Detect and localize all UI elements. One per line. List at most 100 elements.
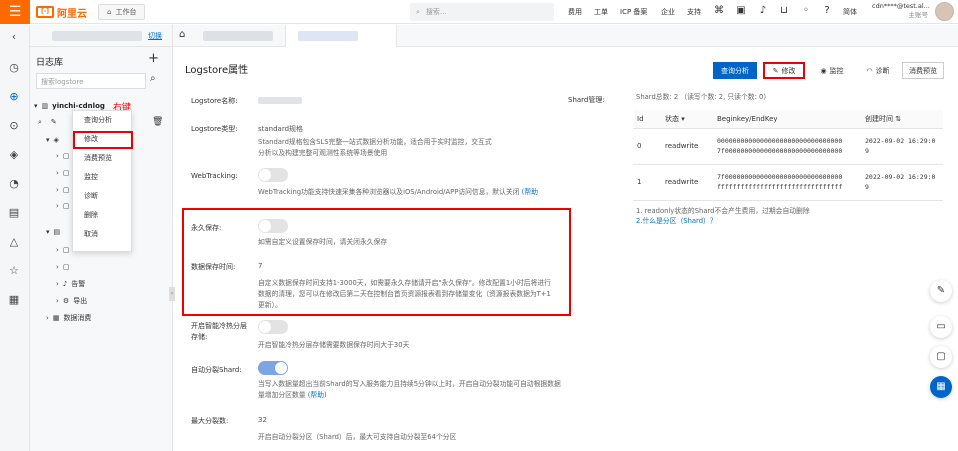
logstore-search-input[interactable]: 搜索logstore — [36, 73, 146, 89]
begin-key: 7f000000000000000000000000000000 — [717, 173, 843, 181]
caret-down-icon: ▾ — [46, 136, 50, 144]
add-icon[interactable]: + — [148, 51, 159, 66]
tree-item[interactable]: › ▢ — [56, 199, 69, 213]
caret-down-icon: ▾ — [46, 228, 50, 236]
report-icon[interactable]: ▤ — [6, 205, 22, 221]
clock-icon[interactable]: ◷ — [6, 60, 22, 76]
search-icon[interactable]: ⌕ — [150, 73, 156, 84]
caret-right-icon: › — [56, 152, 59, 160]
terminal-icon[interactable]: ▣ — [734, 4, 748, 18]
workbench-button[interactable]: ⌂ 工作台 — [98, 4, 146, 20]
tree-item[interactable]: ▾ ◈ — [46, 133, 59, 147]
logstore-type-desc: Standard规格包含SLS完整一站式数据分析功能，适合用于实时监控，交互式分… — [258, 138, 492, 157]
monitor-button-label: 监控 — [829, 66, 844, 75]
tree-item[interactable]: › ▢ — [56, 183, 69, 197]
menu-item-consume-preview[interactable]: 消费预览 — [73, 149, 131, 168]
delete-icon[interactable]: 🗑 — [152, 117, 163, 127]
col-created-label: 创建时间 — [865, 114, 893, 123]
page-title: Logstore属性 — [185, 65, 249, 76]
log-search-icon[interactable]: ⊕ — [6, 89, 22, 105]
workbench-label: 工作台 — [115, 8, 137, 16]
menu-item-monitor[interactable]: 监控 — [73, 168, 131, 187]
file-icon: ▢ — [62, 263, 70, 271]
tree-item-alert[interactable]: › ♪ 告警 — [56, 277, 85, 291]
monitor-button[interactable]: ◉ 监控 — [811, 62, 853, 79]
tab-active[interactable] — [285, 25, 397, 47]
tree-item[interactable]: › ▢ — [56, 166, 69, 180]
tiering-toggle[interactable] — [258, 320, 288, 334]
webtracking-help-link[interactable]: (帮助 — [522, 188, 538, 196]
book-float-icon[interactable]: ▭ — [930, 316, 952, 338]
collapse-icon[interactable]: ‹ — [6, 29, 22, 45]
user-info[interactable]: cdn****@test.al... 主账号 — [872, 2, 930, 20]
shard-id: 0 — [633, 128, 661, 165]
search-icon[interactable]: ⌕ — [38, 118, 42, 127]
cart-icon[interactable]: ⊔ — [777, 4, 791, 18]
shard-created: 2022-09-02 16:29:09 — [861, 128, 943, 165]
filter-icon[interactable]: ▾ — [681, 115, 685, 123]
tree-item[interactable]: › ▢ — [56, 149, 69, 163]
nav-link-ticket[interactable]: 工单 — [594, 7, 608, 17]
consume-preview-button[interactable]: 消费预览 — [902, 62, 944, 79]
tree-item[interactable]: › ▢ — [56, 260, 69, 274]
nav-link-icp[interactable]: ICP 备案 — [620, 7, 647, 17]
nav-link-support[interactable]: 支持 — [687, 7, 701, 17]
menu-item-query[interactable]: 查询分析 — [73, 111, 131, 130]
diagnose-button[interactable]: ◠ 诊断 — [857, 62, 899, 79]
star-icon[interactable]: ☆ — [6, 263, 22, 279]
bulb-icon[interactable]: ◦ — [799, 4, 813, 18]
webtracking-desc: WebTracking功能支持快速采集各种浏览器以及iOS/Android/AP… — [258, 187, 558, 198]
tab-bar: ⌂ — [173, 25, 958, 47]
sort-icon[interactable]: ⇅ — [895, 115, 901, 123]
cube-icon[interactable]: ◈ — [6, 147, 22, 163]
nav-link-enterprise[interactable]: 企业 — [661, 7, 675, 17]
chat-float-icon[interactable]: ▢ — [930, 346, 952, 368]
avatar[interactable] — [935, 2, 954, 21]
language-switch[interactable]: 简体 — [843, 7, 857, 17]
shard-help-link[interactable]: 2.什么是分区（Shard）？ — [636, 216, 717, 227]
alert-icon[interactable]: △ — [6, 234, 22, 250]
logstore-name-value — [258, 97, 302, 104]
menu-icon[interactable]: ☰ — [0, 0, 30, 24]
query-analysis-button[interactable]: 查询分析 — [713, 62, 757, 79]
cloud-shell-icon[interactable]: ⌘ — [712, 4, 726, 18]
apps-float-icon[interactable]: ▦ — [930, 376, 952, 398]
tree-item[interactable]: › ▢ — [56, 243, 69, 257]
col-created[interactable]: 创建时间 ⇅ — [861, 110, 943, 129]
tree-item[interactable]: ▾ ▤ — [46, 225, 60, 239]
autosplit-help-link[interactable]: (帮助) — [308, 391, 327, 399]
autosplit-toggle[interactable] — [258, 361, 288, 375]
tree-item-data-consume[interactable]: › ▦ 数据消费 — [46, 311, 91, 325]
diagnose-button-label: 诊断 — [875, 66, 890, 75]
switch-project-link[interactable]: 切换 — [148, 31, 162, 41]
global-search[interactable]: ⌕ 搜索... — [410, 3, 554, 21]
caret-right-icon: › — [56, 280, 59, 288]
zoom-icon[interactable]: ⊙ — [6, 118, 22, 134]
nav-link-billing[interactable]: 费用 — [568, 7, 582, 17]
logstore-name-label: Logstore名称: — [191, 97, 238, 105]
col-key: Beginkey/EndKey — [713, 110, 861, 129]
help-icon[interactable]: ? — [820, 4, 834, 18]
col-status[interactable]: 状态 ▾ — [661, 110, 713, 129]
home-icon[interactable]: ⌂ — [179, 29, 185, 40]
caret-right-icon: › — [56, 297, 59, 305]
menu-item-cancel[interactable]: 取消 — [73, 225, 131, 244]
col-id[interactable]: Id — [633, 110, 661, 129]
menu-item-delete[interactable]: 删除 — [73, 206, 131, 225]
webtracking-toggle[interactable] — [258, 168, 288, 182]
shard-key: 7f000000000000000000000000000000 fffffff… — [713, 164, 861, 201]
shard-status: readwrite — [661, 128, 713, 165]
chart-icon[interactable]: ◔ — [6, 176, 22, 192]
menu-item-diagnose[interactable]: 诊断 — [73, 187, 131, 206]
edit-icon[interactable]: ✎ — [51, 118, 57, 126]
edit-float-icon[interactable]: ✎ — [930, 280, 952, 302]
apps-icon[interactable]: ▦ — [6, 292, 22, 308]
edit-button[interactable]: ✎ 修改 — [763, 62, 805, 79]
project-selector[interactable] — [52, 31, 142, 41]
tree-item-export[interactable]: › ⚙ 导出 — [56, 294, 87, 308]
logo[interactable]: [-] 阿里云 — [36, 5, 87, 20]
tree-item-label: 告警 — [71, 280, 86, 288]
bell-icon[interactable]: ♪ — [756, 4, 770, 18]
shard-label: Shard管理: — [568, 96, 605, 104]
tab[interactable] — [203, 31, 273, 41]
